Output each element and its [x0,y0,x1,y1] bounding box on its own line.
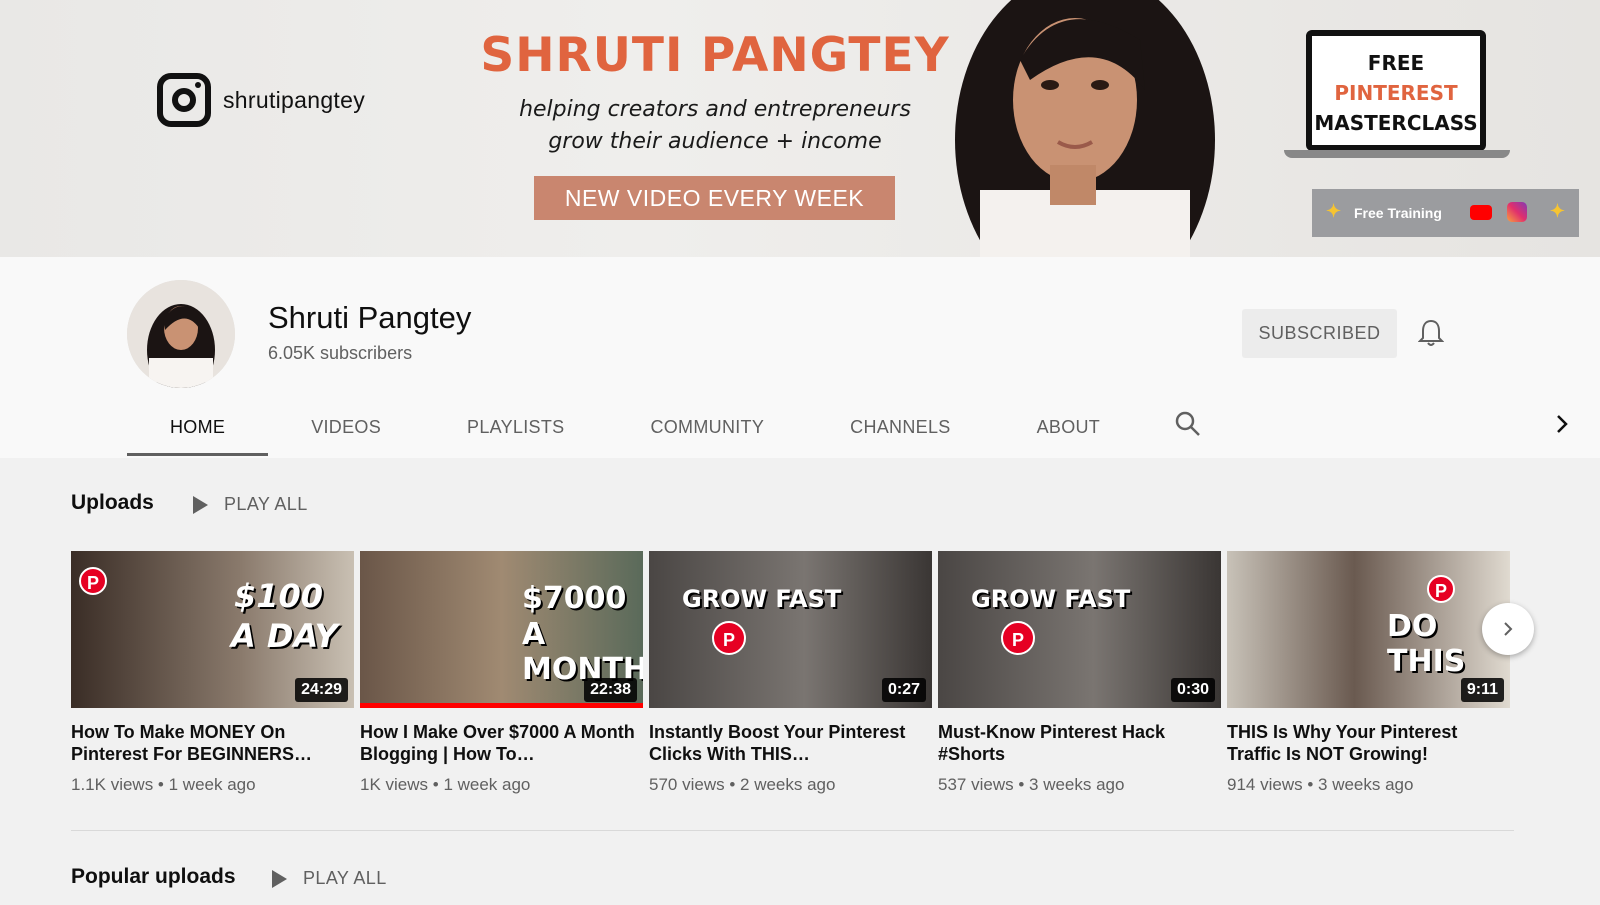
channel-title: Shruti Pangtey [268,300,472,335]
video-thumbnail[interactable]: GROW FAST P 0:30 [938,551,1221,708]
play-all-label: PLAY ALL [303,868,387,888]
subscribed-button[interactable]: SUBSCRIBED [1242,309,1397,358]
thumbnail-text: A DAY [231,617,338,655]
video-title[interactable]: Must-Know Pinterest Hack #Shorts [938,721,1221,765]
tab-playlists[interactable]: PLAYLISTS [424,398,607,456]
video-duration: 0:27 [881,678,926,702]
banner-instagram: shrutipangtey [157,73,365,127]
chevron-right-icon[interactable] [1551,413,1573,435]
pinterest-icon: P [1001,621,1035,655]
channel-page: shrutipangtey SHRUTI PANGTEY helping cre… [0,0,1600,905]
watch-progress-bar [360,703,643,708]
masterclass-text: FREE [1367,51,1425,75]
video-title[interactable]: Instantly Boost Your Pinterest Clicks Wi… [649,721,932,765]
masterclass-text: MASTERCLASS [1314,111,1478,135]
uploads-title: Uploads [71,491,154,514]
video-title[interactable]: THIS Is Why Your Pinterest Traffic Is NO… [1227,721,1510,765]
banner-portrait [955,0,1215,257]
video-meta: 1K views • 1 week ago [360,775,531,794]
video-views: 570 views [649,775,725,794]
video-thumbnail[interactable]: P DO THIS 9:11 [1227,551,1510,708]
search-icon[interactable] [1174,410,1202,438]
video-card[interactable]: P DO THIS 9:11 THIS Is Why Your Pinteres… [1227,551,1510,795]
instagram-icon [157,73,211,127]
video-views: 1.1K views [71,775,154,794]
notification-bell-icon[interactable] [1418,318,1444,348]
play-all-label: PLAY ALL [224,494,308,514]
video-card[interactable]: $7000 A MONTH 22:38 How I Make Over $700… [360,551,643,795]
thumbnail-text: $100 [234,577,324,615]
video-meta: 570 views • 2 weeks ago [649,775,836,794]
tab-home[interactable]: HOME [127,398,269,456]
youtube-icon[interactable] [1470,205,1492,220]
video-meta: 914 views • 3 weeks ago [1227,775,1414,794]
video-age: 3 weeks ago [1029,775,1125,794]
video-meta: 537 views • 3 weeks ago [938,775,1125,794]
play-icon [193,495,208,514]
video-views: 914 views [1227,775,1303,794]
laptop-base [1284,150,1510,158]
banner-free-training-link[interactable]: ✦ Free Training ✦ [1312,189,1579,237]
video-age: 3 weeks ago [1318,775,1414,794]
video-age: 2 weeks ago [740,775,836,794]
pinterest-icon: P [1427,575,1455,603]
thumbnail-text: $7000 [522,581,627,616]
popular-play-all-button[interactable]: PLAY ALL [272,868,387,889]
thumbnail-text: A MONTH [522,617,643,687]
video-card[interactable]: GROW FAST P 0:30 Must-Know Pinterest Hac… [938,551,1221,795]
thumbnail-text: GROW FAST [971,585,1131,613]
tab-channels[interactable]: CHANNELS [807,398,993,456]
video-duration: 0:30 [1170,678,1215,702]
instagram-link-icon[interactable] [1507,202,1527,222]
video-views: 1K views [360,775,429,794]
pinterest-icon: P [712,621,746,655]
free-training-label: Free Training [1354,205,1442,221]
subscriber-count: 6.05K subscribers [268,343,413,363]
video-card[interactable]: GROW FAST P 0:27 Instantly Boost Your Pi… [649,551,932,795]
video-card[interactable]: P $100 A DAY 24:29 How To Make MONEY On … [71,551,354,795]
video-age: 1 week ago [168,775,256,794]
masterclass-text: PINTEREST [1334,81,1458,105]
play-icon [272,869,287,888]
popular-uploads-title: Popular uploads [71,865,236,888]
shelf-next-button[interactable] [1482,603,1534,655]
video-thumbnail[interactable]: P $100 A DAY 24:29 [71,551,354,708]
video-title[interactable]: How I Make Over $7000 A Month Blogging |… [360,721,643,765]
tab-about[interactable]: ABOUT [994,398,1144,456]
channel-avatar[interactable] [127,280,235,388]
channel-banner: shrutipangtey SHRUTI PANGTEY helping cre… [0,0,1600,257]
chevron-right-icon [1504,622,1513,636]
banner-masterclass-screen: FREE PINTEREST MASTERCLASS [1306,30,1486,151]
channel-tabs: HOME VIDEOS PLAYLISTS COMMUNITY CHANNELS… [127,398,1143,456]
video-duration: 22:38 [584,678,637,702]
banner-brand-name: SHRUTI PANGTEY [480,28,950,83]
video-meta: 1.1K views • 1 week ago [71,775,256,794]
uploads-shelf: P $100 A DAY 24:29 How To Make MONEY On … [71,551,1510,801]
video-views: 537 views [938,775,1014,794]
video-thumbnail[interactable]: $7000 A MONTH 22:38 [360,551,643,708]
instagram-handle: shrutipangtey [223,86,365,113]
tab-videos[interactable]: VIDEOS [268,398,424,456]
video-age: 1 week ago [443,775,531,794]
thumbnail-text: GROW FAST [682,585,842,613]
uploads-play-all-button[interactable]: PLAY ALL [193,494,308,515]
video-thumbnail[interactable]: GROW FAST P 0:27 [649,551,932,708]
banner-weekly-badge: NEW VIDEO EVERY WEEK [534,176,895,220]
sparkle-icon: ✦ [1326,201,1342,221]
video-title[interactable]: How To Make MONEY On Pinterest For BEGIN… [71,721,354,765]
pinterest-icon: P [79,567,107,595]
sparkle-icon: ✦ [1549,201,1565,221]
video-duration: 9:11 [1460,678,1504,702]
section-divider [71,830,1514,831]
video-duration: 24:29 [295,678,348,702]
tab-community[interactable]: COMMUNITY [607,398,807,456]
